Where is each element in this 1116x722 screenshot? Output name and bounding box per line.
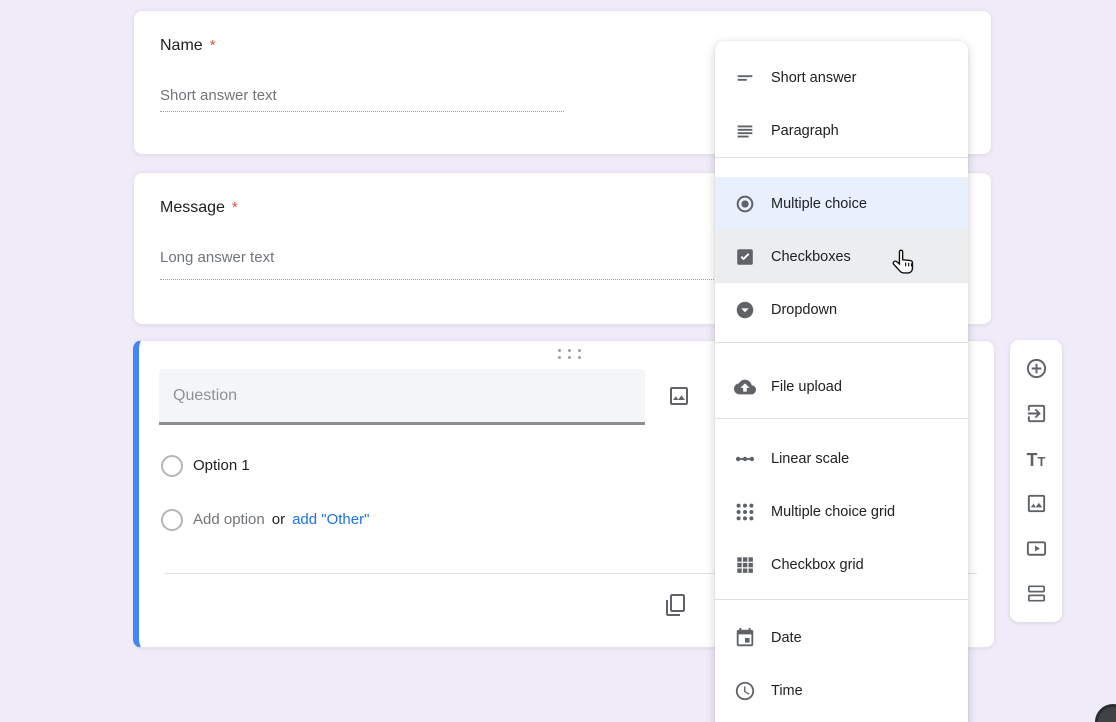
menu-item-label: Paragraph [771, 123, 839, 139]
add-question-button[interactable] [1010, 347, 1062, 392]
add-section-button[interactable] [1010, 572, 1062, 617]
menu-item-paragraph[interactable]: Paragraph [715, 104, 968, 157]
add-image-to-question-button[interactable] [664, 382, 694, 412]
linear-scale-icon [733, 447, 757, 471]
menu-item-label: Multiple choice [771, 196, 867, 212]
menu-item-short-answer[interactable]: Short answer [715, 51, 968, 104]
video-icon [1025, 537, 1048, 563]
add-other-link[interactable]: add "Other" [292, 511, 369, 528]
menu-item-label: Time [771, 683, 803, 699]
forms-editor-canvas: Name * Short answer text Message * Long an… [0, 0, 1116, 722]
add-video-button[interactable] [1010, 527, 1062, 572]
checkbox-grid-icon [733, 553, 757, 577]
menu-item-time[interactable]: Time [715, 664, 968, 717]
image-icon [667, 384, 691, 411]
drag-handle[interactable] [558, 349, 584, 359]
multiple-choice-grid-icon [733, 500, 757, 524]
checkboxes-icon [733, 245, 757, 269]
multiple-choice-icon [733, 192, 757, 216]
date-icon [733, 626, 757, 650]
section-icon [1025, 582, 1048, 608]
option-label[interactable]: Option 1 [193, 457, 250, 474]
menu-item-multiple-choice[interactable]: Multiple choice [715, 177, 968, 230]
add-image-button[interactable] [1010, 482, 1062, 527]
corner-overlay-button[interactable] [1095, 704, 1116, 722]
title-text-icon: TT [1027, 451, 1046, 469]
duplicate-question-button[interactable] [661, 591, 691, 621]
answer-placeholder: Long answer text [160, 249, 274, 266]
menu-item-label: File upload [771, 379, 842, 395]
required-asterisk: * [232, 199, 238, 216]
required-asterisk: * [210, 37, 216, 54]
question-title-input[interactable] [159, 369, 645, 425]
add-option-radio [161, 509, 183, 531]
duplicate-icon [664, 593, 688, 620]
question-title-text: Message [160, 199, 225, 216]
insert-toolbar: TT [1010, 340, 1062, 622]
add-circle-icon [1025, 357, 1048, 383]
add-option-button[interactable]: Add option [193, 511, 265, 528]
menu-item-date[interactable]: Date [715, 611, 968, 664]
question-type-menu: Short answer Paragraph Multiple choice [715, 41, 968, 722]
menu-item-label: Multiple choice grid [771, 504, 895, 520]
menu-item-label: Checkboxes [771, 249, 851, 265]
question-title: Name * [160, 37, 216, 55]
menu-item-label: Dropdown [771, 302, 837, 318]
menu-item-label: Checkbox grid [771, 557, 864, 573]
menu-item-label: Short answer [771, 70, 856, 86]
short-answer-icon [733, 66, 757, 90]
menu-item-label: Linear scale [771, 451, 849, 467]
answer-placeholder: Short answer text [160, 87, 277, 104]
menu-item-multiple-choice-grid[interactable]: Multiple choice grid [715, 485, 968, 538]
time-icon [733, 679, 757, 703]
answer-underline [160, 111, 564, 112]
question-title: Message * [160, 199, 238, 217]
file-upload-icon [733, 375, 757, 399]
menu-item-linear-scale[interactable]: Linear scale [715, 432, 968, 485]
or-text: or [272, 511, 285, 528]
question-title-text: Name [160, 37, 203, 54]
menu-item-checkbox-grid[interactable]: Checkbox grid [715, 538, 968, 591]
option-radio [161, 455, 183, 477]
menu-item-checkboxes[interactable]: Checkboxes [715, 230, 968, 283]
dropdown-icon [733, 298, 757, 322]
paragraph-icon [733, 119, 757, 143]
add-title-button[interactable]: TT [1010, 437, 1062, 482]
image-icon [1025, 492, 1048, 518]
menu-item-dropdown[interactable]: Dropdown [715, 283, 968, 336]
menu-item-label: Date [771, 630, 802, 646]
add-option-row: Add option or add "Other" [193, 511, 369, 528]
menu-item-file-upload[interactable]: File upload [715, 360, 968, 413]
import-questions-icon [1025, 402, 1048, 428]
import-questions-button[interactable] [1010, 392, 1062, 437]
